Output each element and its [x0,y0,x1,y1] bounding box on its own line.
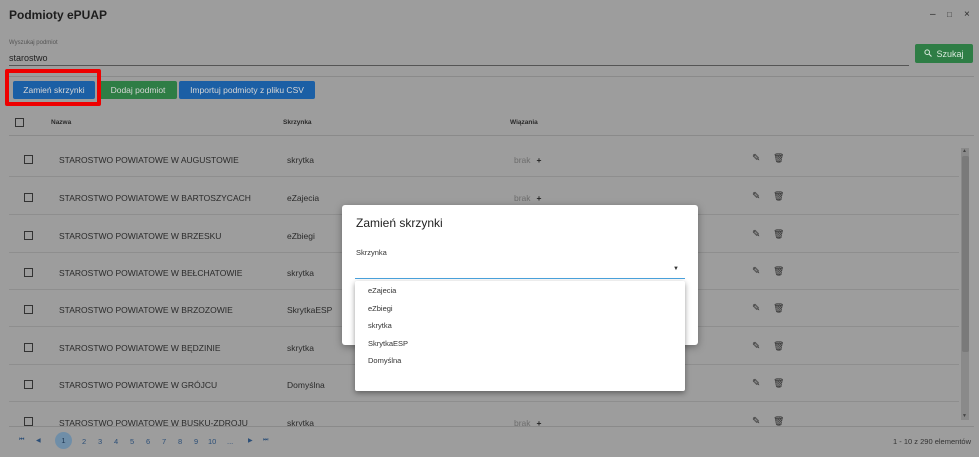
row-binding: brak [514,418,531,426]
table-header: Nazwa Skrzynka Wiązania [9,110,974,136]
row-box: skrytka [287,268,314,278]
page-1[interactable]: 1 [55,432,72,449]
edit-icon[interactable]: ✎ [752,266,760,277]
row-name: STAROSTWO POWIATOWE W BRZESKU [59,231,222,241]
row-box: skrytka [287,343,314,353]
row-checkbox[interactable] [24,380,33,389]
last-page-icon[interactable]: ⏭ [263,437,268,444]
page-8[interactable]: 8 [178,437,182,446]
row-binding: brak [514,193,531,203]
search-button[interactable]: Szukaj [915,44,973,63]
edit-icon[interactable]: ✎ [752,378,760,389]
add-entity-button[interactable]: Dodaj podmiot [99,81,177,99]
row-checkbox[interactable] [24,305,33,314]
row-name: STAROSTWO POWIATOWE W AUGUSTOWIE [59,155,239,165]
edit-icon[interactable]: ✎ [752,153,760,164]
search-icon [924,48,933,59]
row-name: STAROSTWO POWIATOWE W BARTOSZYCACH [59,193,251,203]
option-ezbiegi[interactable]: eZbiegi [355,300,685,318]
page-6[interactable]: 6 [146,437,150,446]
edit-icon[interactable]: ✎ [752,416,760,426]
row-checkbox[interactable] [24,343,33,352]
box-dropdown-list: eZajecia eZbiegi skrytka SkrytkaESP Domy… [355,281,685,391]
close-button[interactable]: × [964,9,970,20]
import-csv-button[interactable]: Importuj podmioty z pliku CSV [179,81,315,99]
search-button-label: Szukaj [936,48,964,59]
page-4[interactable]: 4 [114,437,118,446]
row-box: skrytka [287,418,314,426]
page-3[interactable]: 3 [98,437,102,446]
more-pages[interactable]: ... [227,437,233,446]
trash-icon[interactable]: 🗑 [773,378,784,389]
page-7[interactable]: 7 [162,437,166,446]
add-binding-icon[interactable]: + [537,418,542,426]
pager-info: 1 - 10 z 290 elementów [893,437,971,446]
row-name: STAROSTWO POWIATOWE W GRÓJCU [59,380,218,390]
trash-icon[interactable]: 🗑 [773,341,784,352]
trash-icon[interactable]: 🗑 [773,229,784,240]
modal-title: Zamień skrzynki [356,216,443,230]
trash-icon[interactable]: 🗑 [773,153,784,164]
option-domyslna[interactable]: Domyślna [355,352,685,370]
toolbar: Zamień skrzynki Dodaj podmiot Importuj p… [9,76,974,102]
trash-icon[interactable]: 🗑 [773,416,784,426]
edit-icon[interactable]: ✎ [752,229,760,240]
box-select[interactable]: ▼ [355,263,685,279]
search-label: Wyszukaj podmiot [9,40,58,46]
minimize-button[interactable]: – [930,9,936,20]
edit-icon[interactable]: ✎ [752,341,760,352]
dropdown-arrow-icon[interactable]: ▼ [673,266,679,272]
trash-icon[interactable]: 🗑 [773,303,784,314]
edit-icon[interactable]: ✎ [752,191,760,202]
window-title: Podmioty ePUAP [9,8,108,22]
box-field-label: Skrzynka [356,248,387,257]
edit-icon[interactable]: ✎ [752,303,760,314]
first-page-icon[interactable]: ⏮ [19,437,24,444]
option-skrytkaesp[interactable]: SkrytkaESP [355,335,685,353]
page-9[interactable]: 9 [194,437,198,446]
scroll-down-icon[interactable]: ▼ [962,413,967,419]
page-10[interactable]: 10 [208,437,216,446]
row-box: Domyślna [287,380,325,390]
row-checkbox[interactable] [24,268,33,277]
row-checkbox[interactable] [24,155,33,164]
scrollbar-thumb[interactable] [962,156,969,352]
row-box: skrytka [287,155,314,165]
row-binding: brak [514,155,531,165]
row-name: STAROSTWO POWIATOWE W BUSKU-ZDROJU [59,418,248,426]
add-binding-icon[interactable]: + [537,155,542,165]
row-box: eZbiegi [287,231,315,241]
row-checkbox[interactable] [24,231,33,240]
table-row[interactable]: STAROSTWO POWIATOWE W AUGUSTOWIE skrytka… [9,143,959,177]
next-page-icon[interactable]: ▶ [248,437,253,444]
title-bar: Podmioty ePUAP – □ × [0,0,979,30]
search-input[interactable] [9,50,909,66]
table-row[interactable]: STAROSTWO POWIATOWE W BUSKU-ZDROJU skryt… [9,405,959,426]
row-box: SkrytkaESP [287,305,333,315]
trash-icon[interactable]: 🗑 [773,266,784,277]
column-header-box[interactable]: Skrzynka [283,119,312,126]
row-checkbox[interactable] [24,417,33,426]
page-2[interactable]: 2 [82,437,86,446]
row-name: STAROSTWO POWIATOWE W BRZOZOWIE [59,305,233,315]
column-header-name[interactable]: Nazwa [51,119,71,126]
row-checkbox[interactable] [24,193,33,202]
highlight-box [5,69,101,106]
select-all-checkbox[interactable] [15,118,24,127]
row-box: eZajecia [287,193,320,203]
row-name: STAROSTWO POWIATOWE W BĘDZINIE [59,343,221,353]
row-name: STAROSTWO POWIATOWE W BEŁCHATOWIE [59,268,243,278]
trash-icon[interactable]: 🗑 [773,191,784,202]
column-header-bindings[interactable]: Wiązania [510,119,538,126]
maximize-button[interactable]: □ [947,10,952,19]
page-5[interactable]: 5 [130,437,134,446]
scroll-up-icon[interactable]: ▲ [962,148,967,154]
prev-page-icon[interactable]: ◀ [36,437,41,444]
add-binding-icon[interactable]: + [537,193,542,203]
option-ezajecia[interactable]: eZajecia [355,282,685,300]
pagination: ⏮ ◀ 1 2 3 4 5 6 7 8 9 10 ... ▶ ⏭ 1 - 10 … [9,426,974,452]
option-skrytka[interactable]: skrytka [355,317,685,335]
